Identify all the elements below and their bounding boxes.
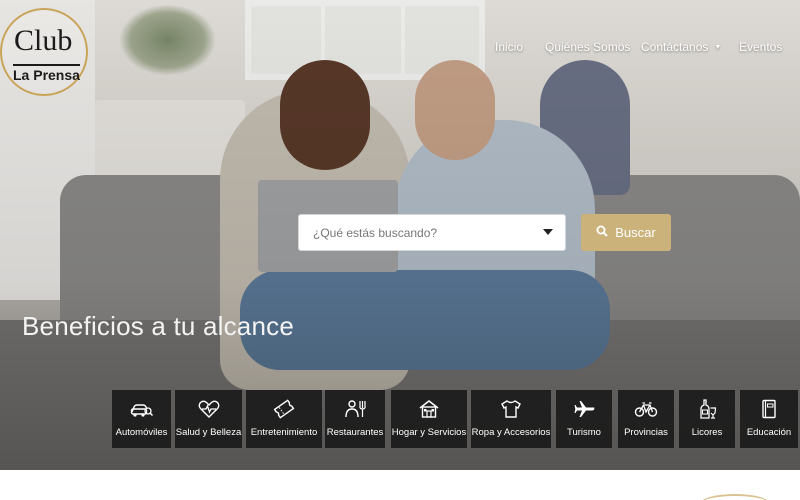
category-label: Restaurantes: [326, 427, 384, 438]
category-label: Provincias: [624, 427, 668, 438]
search-select[interactable]: ¿Qué estás buscando?: [298, 214, 566, 251]
category-label: Turismo: [567, 427, 601, 438]
book-icon: [740, 399, 798, 421]
category-turismo[interactable]: Turismo: [556, 390, 612, 448]
nav-contactanos[interactable]: Contáctanos ▼: [641, 40, 721, 54]
nav-quienes-somos[interactable]: Quiénes Somos: [545, 40, 630, 54]
category-label: Salud y Belleza: [175, 427, 242, 438]
category-label: Licores: [691, 427, 723, 438]
nav-inicio[interactable]: Inicio: [495, 40, 523, 54]
search-placeholder: ¿Qué estás buscando?: [313, 226, 438, 240]
nav-eventos[interactable]: Eventos: [739, 40, 782, 54]
category-ropa-accesorios[interactable]: Ropa y Accesorios: [471, 390, 551, 448]
car-search-icon: [112, 399, 171, 421]
logo-prensa-text: La Prensa: [13, 64, 80, 83]
category-label: Hogar y Servicios: [391, 427, 467, 438]
search-button-label: Buscar: [615, 225, 656, 240]
chevron-down-icon: ▼: [714, 44, 722, 52]
bicycle-icon: [618, 399, 674, 421]
dropdown-arrow-icon: [543, 229, 553, 235]
category-label: Ropa y Accesorios: [471, 427, 551, 438]
nav-contactanos-label: Contáctanos: [641, 40, 709, 54]
category-salud-belleza[interactable]: Salud y Belleza: [175, 390, 242, 448]
category-entretenimiento[interactable]: Entretenimiento: [246, 390, 322, 448]
page-content-start: [0, 470, 800, 500]
tshirt-icon: [471, 399, 551, 421]
category-restaurantes[interactable]: Restaurantes: [325, 390, 385, 448]
category-hogar-servicios[interactable]: Hogar y Servicios: [391, 390, 467, 448]
house-icon: [391, 399, 467, 421]
category-label: Automóviles: [115, 427, 168, 438]
category-provincias[interactable]: Provincias: [618, 390, 674, 448]
category-licores[interactable]: Licores: [679, 390, 735, 448]
category-educacion[interactable]: Educación: [740, 390, 798, 448]
hero-tagline: Beneficios a tu alcance: [22, 311, 294, 341]
heart-pulse-icon: [175, 399, 242, 421]
category-label: Entretenimiento: [250, 427, 318, 438]
category-label: Educación: [746, 427, 792, 438]
ticket-icon: [246, 399, 322, 421]
bottles-icon: [679, 399, 735, 421]
search-icon: [596, 225, 608, 240]
category-automoviles[interactable]: Automóviles: [112, 390, 171, 448]
chef-icon: [325, 399, 385, 421]
main-navigation: Inicio Quiénes Somos Contáctanos ▼ Evento…: [0, 40, 800, 58]
airplane-icon: [556, 399, 612, 421]
search-button[interactable]: Buscar: [581, 214, 671, 251]
